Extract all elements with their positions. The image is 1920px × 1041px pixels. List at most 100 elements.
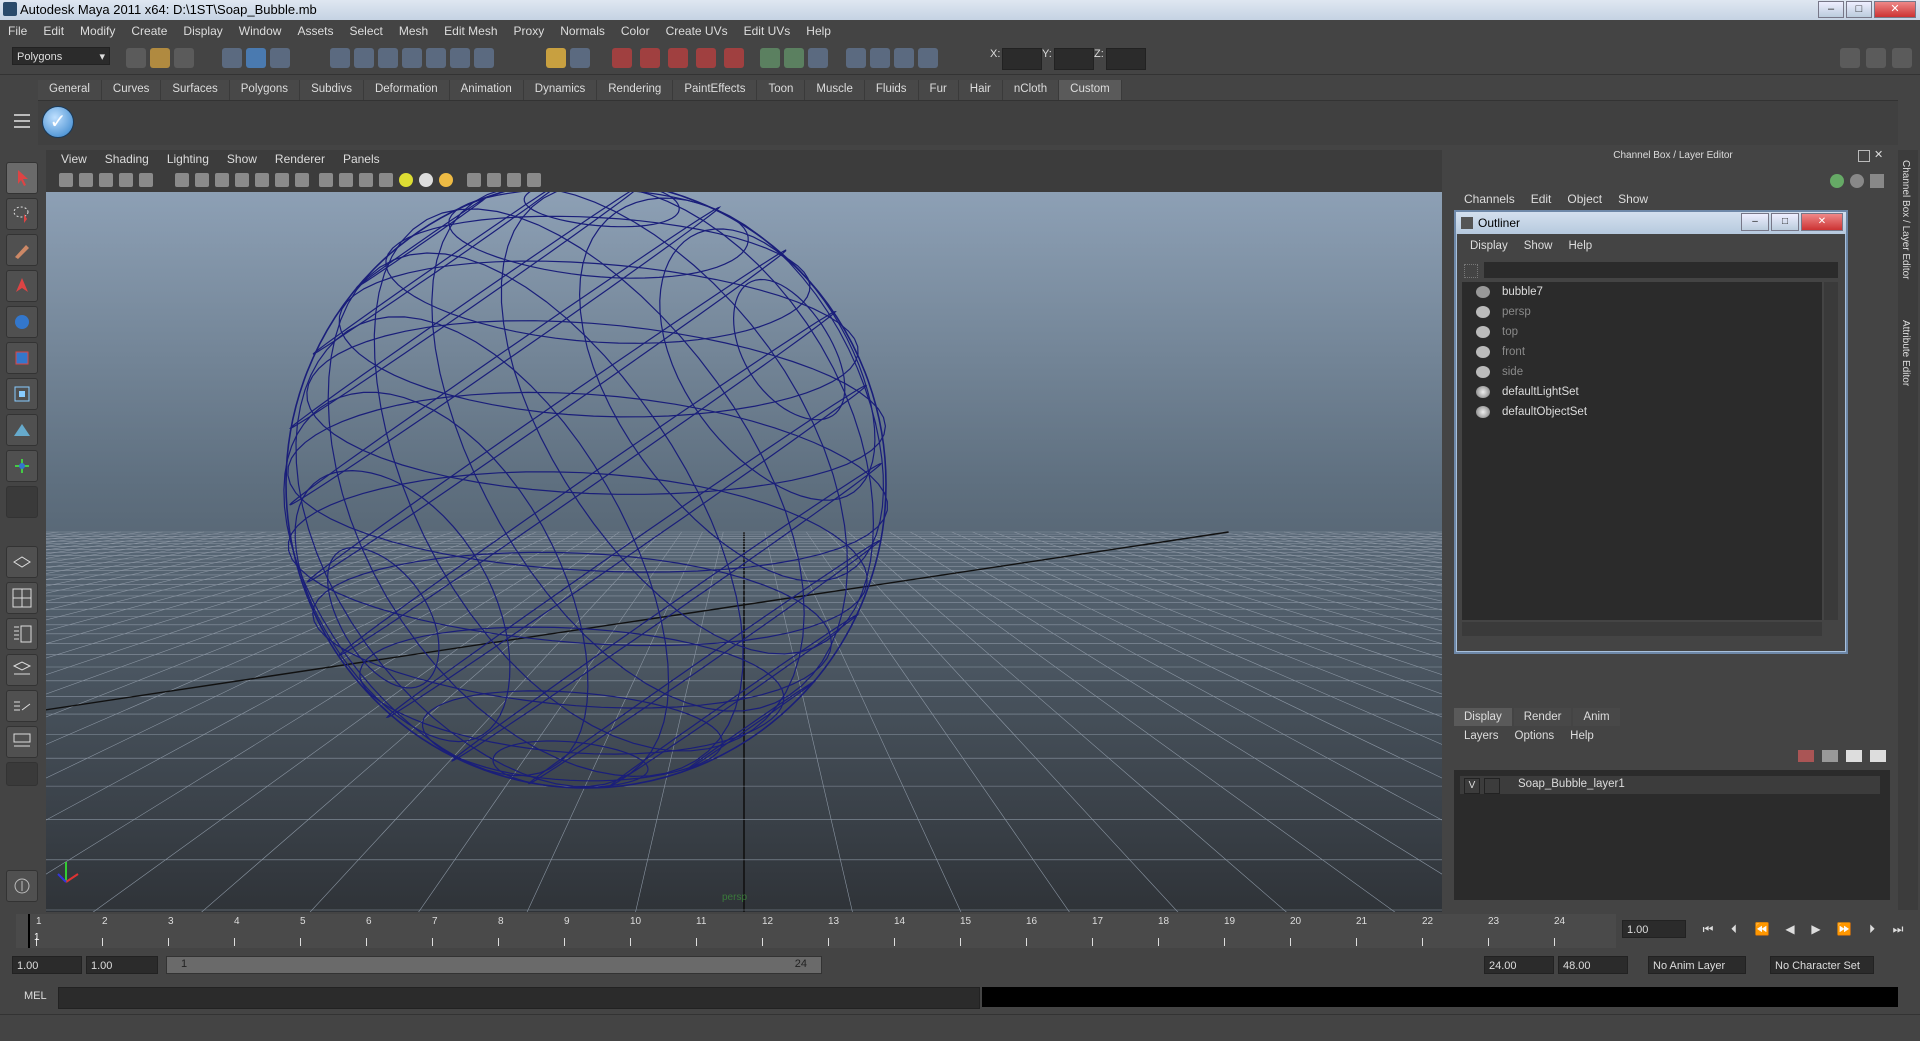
new-scene-icon[interactable] — [126, 48, 146, 68]
shelf-menu-icon[interactable] — [14, 106, 30, 140]
viewport-menu-view[interactable]: View — [52, 152, 96, 166]
select-hierarchy-icon[interactable] — [222, 48, 242, 68]
outliner-item-persp[interactable]: persp — [1476, 302, 1531, 322]
open-scene-icon[interactable] — [150, 48, 170, 68]
step-forward-frame-icon[interactable]: ⏵ — [1862, 922, 1882, 938]
channel-menu-show[interactable]: Show — [1610, 192, 1656, 206]
animation-end-field[interactable]: 48.00 — [1558, 956, 1628, 974]
shelf-tab-painteffects[interactable]: PaintEffects — [673, 80, 758, 100]
rotate-tool-icon[interactable] — [6, 306, 38, 338]
hypershade-icon[interactable] — [696, 48, 716, 68]
safe-action-icon[interactable] — [275, 173, 289, 187]
minimize-button[interactable]: – — [1818, 1, 1844, 18]
layer-menu-options[interactable]: Options — [1507, 730, 1563, 742]
shelf-tab-deformation[interactable]: Deformation — [363, 80, 450, 100]
all-lights-icon[interactable] — [439, 173, 453, 187]
outliner-filter-input[interactable] — [1484, 262, 1838, 278]
viewport-menu-show[interactable]: Show — [218, 152, 266, 166]
menu-mesh[interactable]: Mesh — [391, 24, 436, 38]
render-current-icon[interactable] — [612, 48, 632, 68]
time-slider[interactable]: 1 2 3 4 5 6 7 8 9 10 11 12 13 14 15 16 17 18 19 20 21 22 23 24 … — [16, 914, 1616, 948]
select-tool-icon[interactable] — [6, 162, 38, 194]
outliner-item-front[interactable]: front — [1476, 342, 1525, 362]
layer-type-toggle[interactable] — [1484, 778, 1500, 794]
image-plane-icon[interactable] — [119, 173, 133, 187]
script-editor-layout-icon[interactable] — [6, 726, 38, 758]
layer-menu-help[interactable]: Help — [1562, 730, 1602, 742]
channel-box-key-icon[interactable] — [1830, 174, 1844, 188]
step-back-key-icon[interactable]: ⏪ — [1752, 922, 1772, 938]
gate-mask-icon[interactable] — [235, 173, 249, 187]
menu-edit-uvs[interactable]: Edit UVs — [736, 24, 799, 38]
menu-window[interactable]: Window — [231, 24, 290, 38]
select-component-icon[interactable] — [270, 48, 290, 68]
side-tab-channel-box[interactable]: Channel Box / Layer Editor — [1900, 160, 1911, 280]
menu-select[interactable]: Select — [341, 24, 390, 38]
shelf-tab-dynamics[interactable]: Dynamics — [523, 80, 598, 100]
range-slider[interactable]: 1 24 — [166, 956, 822, 974]
four-pane-layout-icon[interactable] — [6, 582, 38, 614]
soft-mod-tool-icon[interactable] — [6, 414, 38, 446]
close-button[interactable]: ✕ — [1874, 1, 1916, 18]
z-field[interactable] — [1106, 48, 1146, 70]
menu-normals[interactable]: Normals — [552, 24, 613, 38]
menu-proxy[interactable]: Proxy — [506, 24, 553, 38]
soft-select-icon[interactable] — [784, 48, 804, 68]
scale-tool-icon[interactable] — [6, 342, 38, 374]
show-hide-channel-box-icon[interactable] — [1892, 48, 1912, 68]
two-d-pan-icon[interactable] — [139, 173, 153, 187]
layer-visibility-toggle[interactable]: V — [1464, 778, 1480, 794]
help-icon[interactable] — [474, 48, 494, 68]
graph-layout-icon[interactable] — [6, 654, 38, 686]
shelf-tab-polygons[interactable]: Polygons — [229, 80, 301, 100]
viewport-canvas[interactable]: persp — [46, 192, 1442, 912]
outliner-filter-icon[interactable] — [1464, 264, 1478, 278]
smooth-shade-icon[interactable] — [339, 173, 353, 187]
manipulator-tool-icon[interactable] — [6, 378, 38, 410]
command-input[interactable] — [58, 987, 980, 1009]
paint-select-tool-icon[interactable] — [6, 234, 38, 266]
make-live-icon[interactable] — [426, 48, 446, 68]
playback-end-field[interactable]: 24.00 — [1484, 956, 1554, 974]
shelf-tab-custom[interactable]: Custom — [1059, 80, 1122, 100]
bubble7-wireframe[interactable] — [283, 192, 888, 789]
outliner-layout-icon[interactable] — [6, 618, 38, 650]
layer-tab-render[interactable]: Render — [1513, 708, 1572, 726]
shelf-tab-surfaces[interactable]: Surfaces — [161, 80, 230, 100]
camera-attributes-icon[interactable] — [79, 173, 93, 187]
shade-wireframe-icon[interactable] — [359, 173, 373, 187]
render-view-icon[interactable] — [724, 48, 744, 68]
shelf-tab-curves[interactable]: Curves — [101, 80, 162, 100]
command-language-label[interactable]: MEL — [24, 990, 47, 1002]
outliner-minimize-button[interactable]: – — [1741, 213, 1769, 231]
menu-assets[interactable]: Assets — [289, 24, 341, 38]
shelf-tab-toon[interactable]: Toon — [757, 80, 806, 100]
menu-set-dropdown[interactable]: Polygons — [12, 47, 110, 66]
shelf-tab-animation[interactable]: Animation — [449, 80, 524, 100]
single-pane-layout-icon[interactable] — [6, 546, 38, 578]
outliner-item-side[interactable]: side — [1476, 362, 1523, 382]
menu-create-uvs[interactable]: Create UVs — [658, 24, 736, 38]
maximize-button[interactable]: □ — [1846, 1, 1872, 18]
layer-row[interactable]: V Soap_Bubble_layer1 — [1460, 776, 1880, 794]
menu-modify[interactable]: Modify — [72, 24, 123, 38]
current-frame-field[interactable]: 1.00 — [1622, 920, 1686, 938]
layout-more-icon[interactable] — [6, 762, 38, 786]
input-lock-icon[interactable] — [546, 48, 566, 68]
grid-icon[interactable] — [894, 48, 914, 68]
ipr-render-icon[interactable] — [640, 48, 660, 68]
film-gate-icon[interactable] — [195, 173, 209, 187]
viewport-menu-lighting[interactable]: Lighting — [158, 152, 218, 166]
go-to-end-icon[interactable]: ⏭ — [1888, 922, 1908, 938]
show-hide-attribute-editor-icon[interactable] — [1840, 48, 1860, 68]
symmetry-icon[interactable] — [760, 48, 780, 68]
viewport-menu-panels[interactable]: Panels — [334, 152, 389, 166]
layer-tab-display[interactable]: Display — [1454, 708, 1512, 726]
hud-icon[interactable] — [527, 173, 541, 187]
outliner-item-defaultobjectset[interactable]: defaultObjectSet — [1476, 402, 1587, 422]
save-scene-icon[interactable] — [174, 48, 194, 68]
default-light-icon[interactable] — [419, 173, 433, 187]
character-set-dropdown[interactable]: No Character Set — [1770, 956, 1874, 974]
show-hide-tool-settings-icon[interactable] — [1866, 48, 1886, 68]
create-empty-layer-icon[interactable] — [1870, 750, 1886, 762]
